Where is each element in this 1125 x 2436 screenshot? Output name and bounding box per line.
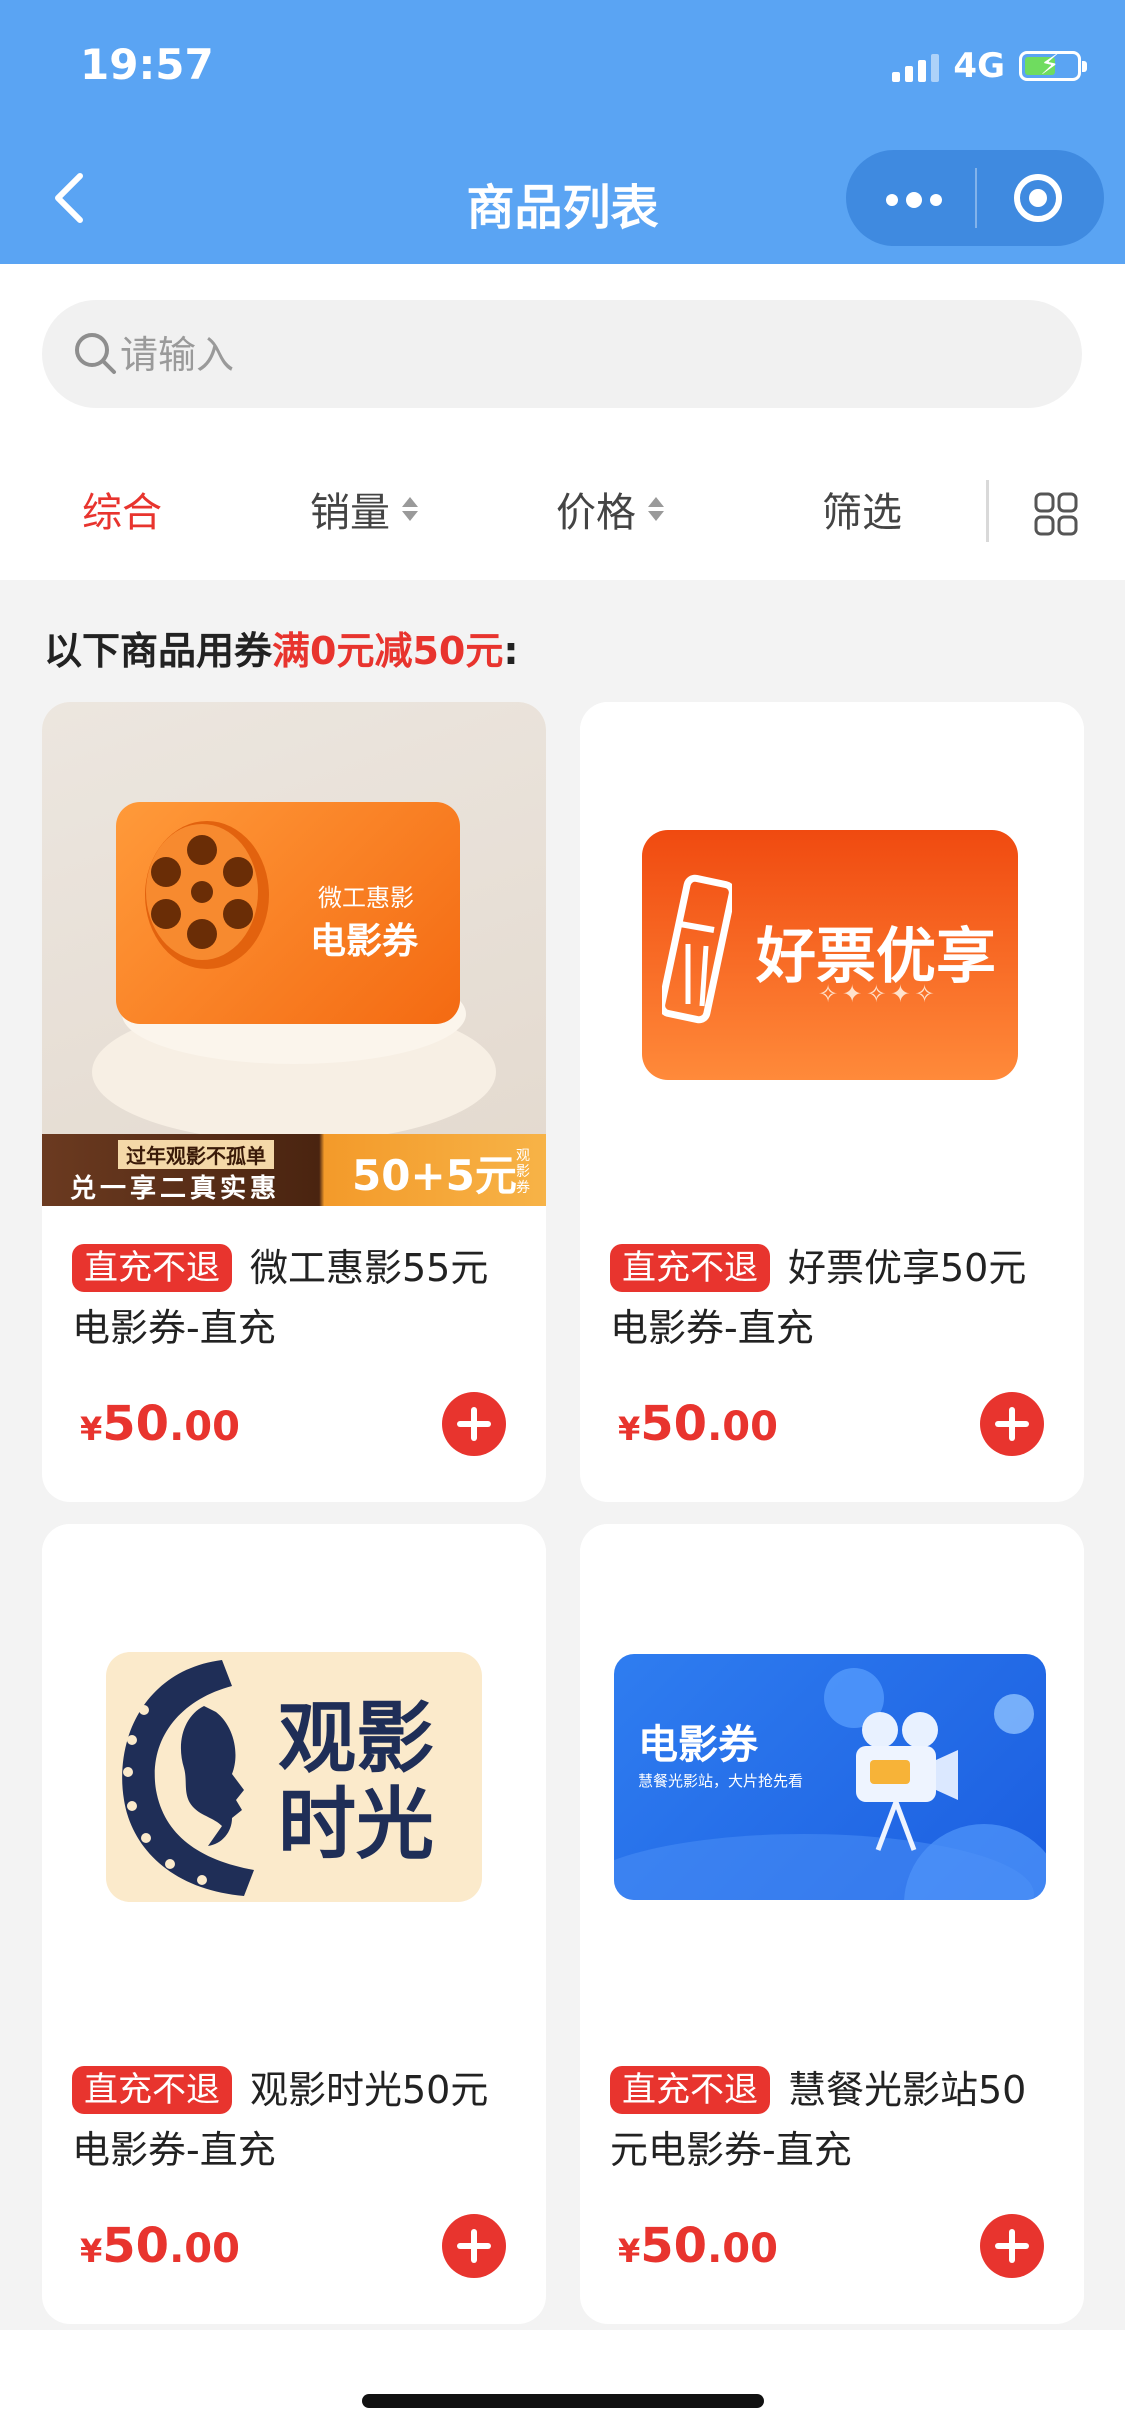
divider <box>986 480 989 542</box>
filter-sales[interactable]: 销量 <box>310 480 418 538</box>
filter-label: 综合 <box>82 490 162 536</box>
no-refund-badge: 直充不退 <box>610 2066 770 2114</box>
page: 19:57 4G ⚡ 商品列表 综合 销量 价格 <box>0 0 1125 2436</box>
film-silhouette-icon <box>122 1660 254 1896</box>
filter-screen[interactable]: 筛选 <box>822 480 902 538</box>
image-brand: 微工惠影 <box>318 884 414 912</box>
no-refund-badge: 直充不退 <box>72 1244 232 1292</box>
image-title-line1: 观影 <box>278 1694 435 1784</box>
product-price: ¥50.00 <box>618 1396 778 1452</box>
sort-icon <box>648 497 664 521</box>
product-card[interactable]: 微工惠影 电影券 过年观影不孤单 兑一享二真实惠 50+5元 观影券 直充不退微… <box>42 702 546 1502</box>
image-slogan: 过年观影不孤单 <box>118 1140 274 1169</box>
product-price: ¥50.00 <box>80 1396 240 1452</box>
image-sub: 慧餐光影站，大片抢先看 <box>638 1772 804 1790</box>
ticket-icon <box>662 874 732 1024</box>
product-image: 观影 时光 <box>42 1524 546 2028</box>
filter-label: 销量 <box>310 490 390 536</box>
image-offer-tag: 观影券 <box>516 1148 530 1196</box>
image-offer: 50+5元 <box>352 1151 517 1200</box>
product-image: 电影券 慧餐光影站，大片抢先看 <box>580 1524 1084 2028</box>
add-to-cart-button[interactable] <box>980 1392 1044 1456</box>
no-refund-badge: 直充不退 <box>72 2066 232 2114</box>
coupon-notice: 以下商品用券满0元减50元: <box>44 629 519 673</box>
search-input[interactable] <box>118 318 1022 392</box>
home-indicator[interactable] <box>362 2394 764 2408</box>
grid-view-icon[interactable] <box>1034 492 1078 536</box>
film-reel-icon <box>145 821 269 969</box>
more-icon[interactable] <box>886 192 942 208</box>
network-type: 4G <box>953 46 1005 86</box>
battery-icon: ⚡ <box>1019 50 1087 81</box>
search-icon <box>75 333 116 374</box>
product-name: 直充不退 观影时光50元电影券-直充 <box>72 2066 489 2172</box>
filter-comprehensive[interactable]: 综合 <box>82 480 162 538</box>
add-to-cart-button[interactable] <box>442 2214 506 2278</box>
no-refund-badge: 直充不退 <box>610 1244 770 1292</box>
product-card[interactable]: 观影 时光 直充不退 观影时光50元电影券-直充 ¥50.00 <box>42 1524 546 2324</box>
product-price: ¥50.00 <box>618 2218 778 2274</box>
product-card[interactable]: 好票优享 ✧✦✧✦✧ 直充不退 好票优享50元电影券-直充 ¥50.00 <box>580 702 1084 1502</box>
add-to-cart-button[interactable] <box>980 2214 1044 2278</box>
product-name: 直充不退 微工惠影55元电影券-直充 <box>72 1244 489 1350</box>
image-title-line2: 时光 <box>278 1780 435 1870</box>
status-indicators: 4G ⚡ <box>892 46 1087 86</box>
miniapp-capsule <box>846 150 1104 246</box>
product-card[interactable]: 电影券 慧餐光影站，大片抢先看 直充不退 慧餐光影站50元电影券-直充 ¥50.0… <box>580 1524 1084 2324</box>
product-name: 直充不退 好票优享50元电影券-直充 <box>610 1244 1027 1350</box>
image-title: 电影券 <box>310 921 419 962</box>
filter-price[interactable]: 价格 <box>556 480 664 538</box>
filter-label: 价格 <box>556 490 636 536</box>
filter-label: 筛选 <box>822 490 902 536</box>
sort-icon <box>402 497 418 521</box>
product-image: 微工惠影 电影券 过年观影不孤单 兑一享二真实惠 50+5元 观影券 <box>42 702 546 1206</box>
bottom-safe-area <box>0 2330 1125 2436</box>
movie-camera-icon <box>856 1712 958 1851</box>
status-time: 19:57 <box>80 40 214 89</box>
product-name: 直充不退 慧餐光影站50元电影券-直充 <box>610 2066 1027 2172</box>
product-price: ¥50.00 <box>80 2218 240 2274</box>
sparkle-decoration: ✧✦✧✦✧ <box>818 980 939 1008</box>
close-miniapp-icon[interactable] <box>1014 174 1062 222</box>
add-to-cart-button[interactable] <box>442 1392 506 1456</box>
product-image: 好票优享 ✧✦✧✦✧ <box>580 702 1084 1206</box>
image-title: 电影券 <box>638 1722 758 1768</box>
signal-icon <box>892 50 940 82</box>
coupon-amount: 满0元减50元 <box>272 629 504 673</box>
image-sub: 兑一享二真实惠 <box>70 1174 281 1204</box>
